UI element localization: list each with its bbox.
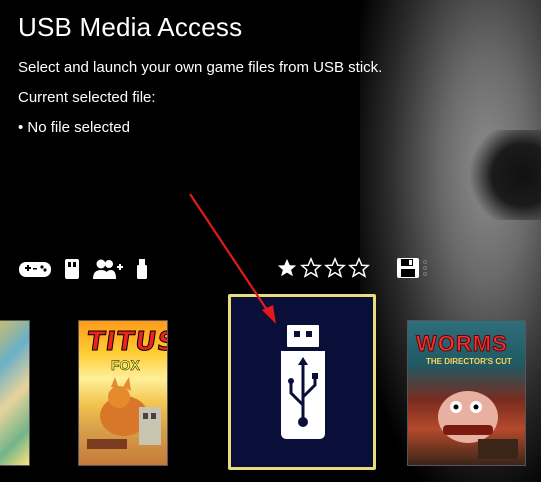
annotation-arrow	[189, 193, 276, 324]
